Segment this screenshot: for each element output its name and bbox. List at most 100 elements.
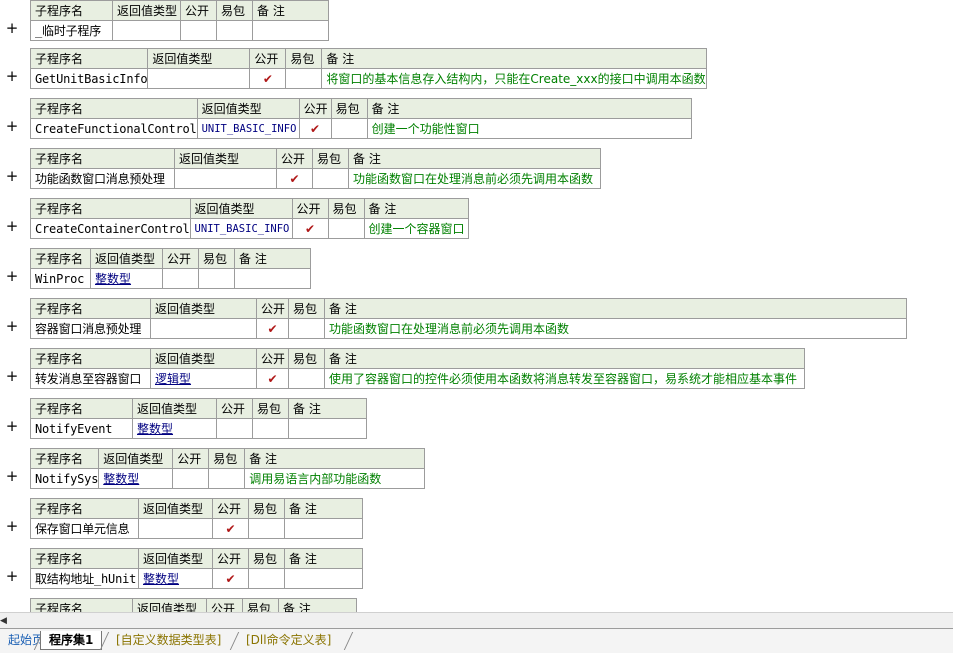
public-check-icon[interactable]: ✔ <box>212 518 249 539</box>
header-return-type: 返回值类型 <box>189 198 293 219</box>
return-type-cell[interactable]: 逻辑型 <box>150 368 257 389</box>
header-public: 公开 <box>172 448 210 469</box>
return-type-cell[interactable]: 整数型 <box>132 418 217 439</box>
expand-plus-icon[interactable]: + <box>5 21 19 36</box>
code-editor[interactable]: 子程序名 返回值类型 公开 易包备 注 _临时子程序 + 子程序名 返回值类型 公开 易包备 注G… <box>0 0 953 612</box>
remark-cell[interactable]: 创建一个容器窗口 <box>363 218 469 239</box>
subroutine-name-cell[interactable]: CreateFunctionalControl <box>30 118 198 139</box>
header-remark: 备 注 <box>244 448 426 469</box>
table-row: 取结构地址_hUnit 整数型 ✔ <box>30 568 363 589</box>
expand-plus-icon[interactable]: + <box>5 269 19 284</box>
remark-cell[interactable] <box>252 20 329 41</box>
return-type-cell[interactable]: UNIT_BASIC_INFO <box>196 118 300 139</box>
subroutine-name-cell[interactable]: GetUnitBasicInfo <box>29 68 149 89</box>
public-cell[interactable] <box>216 418 253 439</box>
return-type-cell[interactable] <box>150 318 257 339</box>
header-remark: 备 注 <box>321 48 707 69</box>
table-header-row: 子程序名 返回值类型 公开 易包备 注 <box>30 348 805 369</box>
easy-package-cell[interactable] <box>327 218 365 239</box>
easy-package-cell[interactable] <box>208 468 246 489</box>
remark-cell[interactable]: 将窗口的基本信息存入结构内，只能在Create_xxx的接口中调用本函数 <box>321 68 707 89</box>
subroutine-name-cell[interactable]: NotifyEvent <box>30 418 133 439</box>
easy-package-cell[interactable] <box>248 518 285 539</box>
header-remark: 备 注 <box>363 198 469 219</box>
remark-cell[interactable]: 创建一个功能性窗口 <box>366 118 692 139</box>
scroll-left-arrow-icon[interactable]: ◀ <box>0 615 8 627</box>
easy-package-cell[interactable] <box>198 268 235 289</box>
subroutine-name-cell[interactable]: _临时子程序 <box>30 20 113 41</box>
easy-package-cell[interactable] <box>285 68 323 89</box>
subroutine-name-cell[interactable]: 保存窗口单元信息 <box>30 518 139 539</box>
remark-cell[interactable] <box>288 418 367 439</box>
public-check-icon[interactable]: ✔ <box>298 118 332 139</box>
public-check-icon[interactable]: ✔ <box>291 218 329 239</box>
subroutine-name-cell[interactable]: 容器窗口消息预处理 <box>30 318 151 339</box>
public-cell[interactable] <box>162 268 199 289</box>
expand-plus-icon[interactable]: + <box>5 169 19 184</box>
expand-plus-icon[interactable]: + <box>5 119 19 134</box>
public-cell[interactable] <box>180 20 217 41</box>
table-row: CreateFunctionalControl UNIT_BASIC_INFO ✔ 创… <box>30 118 692 139</box>
remark-cell[interactable]: 使用了容器窗口的控件必须使用本函数将消息转发至容器窗口，易系统才能相应基本事件 <box>324 368 805 389</box>
subroutine-name-cell[interactable]: 取结构地址_hUnit <box>30 568 139 589</box>
tab-program-set-1[interactable]: 程序集1 <box>40 631 103 650</box>
remark-cell[interactable]: 功能函数窗口在处理消息前必须先调用本函数 <box>324 318 907 339</box>
tab-custom-data-types[interactable]: [自定义数据类型表] <box>108 631 229 649</box>
public-cell[interactable] <box>172 468 210 489</box>
easy-package-cell[interactable] <box>330 118 368 139</box>
easy-package-cell[interactable] <box>288 318 325 339</box>
return-type-cell[interactable]: UNIT_BASIC_INFO <box>189 218 293 239</box>
header-return-type: 返回值类型 <box>112 0 181 21</box>
return-type-cell[interactable]: 整数型 <box>90 268 163 289</box>
return-type-cell[interactable] <box>174 168 277 189</box>
subroutine-table: 子程序名 返回值类型 公开 易包备 注 NotifySys 整数型 调用易语言内部功能函数 <box>29 448 426 489</box>
header-public: 公开 <box>162 248 199 269</box>
expand-plus-icon[interactable]: + <box>5 319 19 334</box>
subroutine-table: 子程序名 返回值类型 公开 易包备 注转发消息至容器窗口 逻辑型 ✔ 使用了容器窗口的控件必… <box>30 348 805 389</box>
tab-bar: 起始页 程序集1 [自定义数据类型表] [Dll命令定义表] <box>0 628 953 653</box>
public-check-icon[interactable]: ✔ <box>256 318 289 339</box>
header-name: 子程序名 <box>30 348 151 369</box>
remark-cell[interactable] <box>234 268 311 289</box>
easy-package-cell[interactable] <box>252 418 289 439</box>
easy-package-cell[interactable] <box>288 368 325 389</box>
remark-cell[interactable]: 调用易语言内部功能函数 <box>244 468 426 489</box>
public-check-icon[interactable]: ✔ <box>249 68 287 89</box>
expand-plus-icon[interactable]: + <box>5 369 19 384</box>
header-easy-package: 易包 <box>216 0 253 21</box>
expand-plus-icon[interactable]: + <box>5 219 19 234</box>
remark-cell[interactable]: 功能函数窗口在处理消息前必须先调用本函数 <box>348 168 601 189</box>
return-type-cell[interactable]: 整数型 <box>98 468 174 489</box>
subroutine-name-cell[interactable]: CreateContainerControl <box>30 218 191 239</box>
expand-plus-icon[interactable]: + <box>5 69 19 84</box>
expand-plus-icon[interactable]: + <box>5 419 19 434</box>
table-row: _临时子程序 <box>30 20 329 41</box>
subroutine-name-cell[interactable]: 转发消息至容器窗口 <box>30 368 151 389</box>
expand-plus-icon[interactable]: + <box>5 519 19 534</box>
public-check-icon[interactable]: ✔ <box>276 168 313 189</box>
subroutine-name-cell[interactable]: 功能函数窗口消息预处理 <box>30 168 175 189</box>
easy-package-cell[interactable] <box>312 168 349 189</box>
easy-package-cell[interactable] <box>248 568 285 589</box>
subroutine-block: 子程序名 返回值类型 公开 易包备 注保存窗口单元信息 ✔ <box>30 498 363 539</box>
tab-dll-commands[interactable]: [Dll命令定义表] <box>238 631 339 649</box>
remark-cell[interactable] <box>284 518 363 539</box>
subroutine-name-cell[interactable]: WinProc <box>30 268 91 289</box>
public-check-icon[interactable]: ✔ <box>256 368 289 389</box>
return-type-cell[interactable] <box>147 68 251 89</box>
header-remark: 备 注 <box>284 498 363 519</box>
header-easy-package: 易包 <box>327 198 365 219</box>
header-return-type: 返回值类型 <box>138 548 213 569</box>
expand-plus-icon[interactable]: + <box>5 569 19 584</box>
remark-cell[interactable] <box>284 568 363 589</box>
expand-plus-icon[interactable]: + <box>5 469 19 484</box>
easy-package-cell[interactable] <box>216 20 253 41</box>
horizontal-scrollbar[interactable]: ◀ <box>0 612 953 629</box>
header-easy-package: 易包 <box>288 298 325 319</box>
public-check-icon[interactable]: ✔ <box>212 568 249 589</box>
return-type-cell[interactable] <box>112 20 181 41</box>
return-type-cell[interactable]: 整数型 <box>138 568 213 589</box>
subroutine-name-cell[interactable]: NotifySys <box>29 468 100 489</box>
header-remark: 备 注 <box>348 148 601 169</box>
return-type-cell[interactable] <box>138 518 213 539</box>
